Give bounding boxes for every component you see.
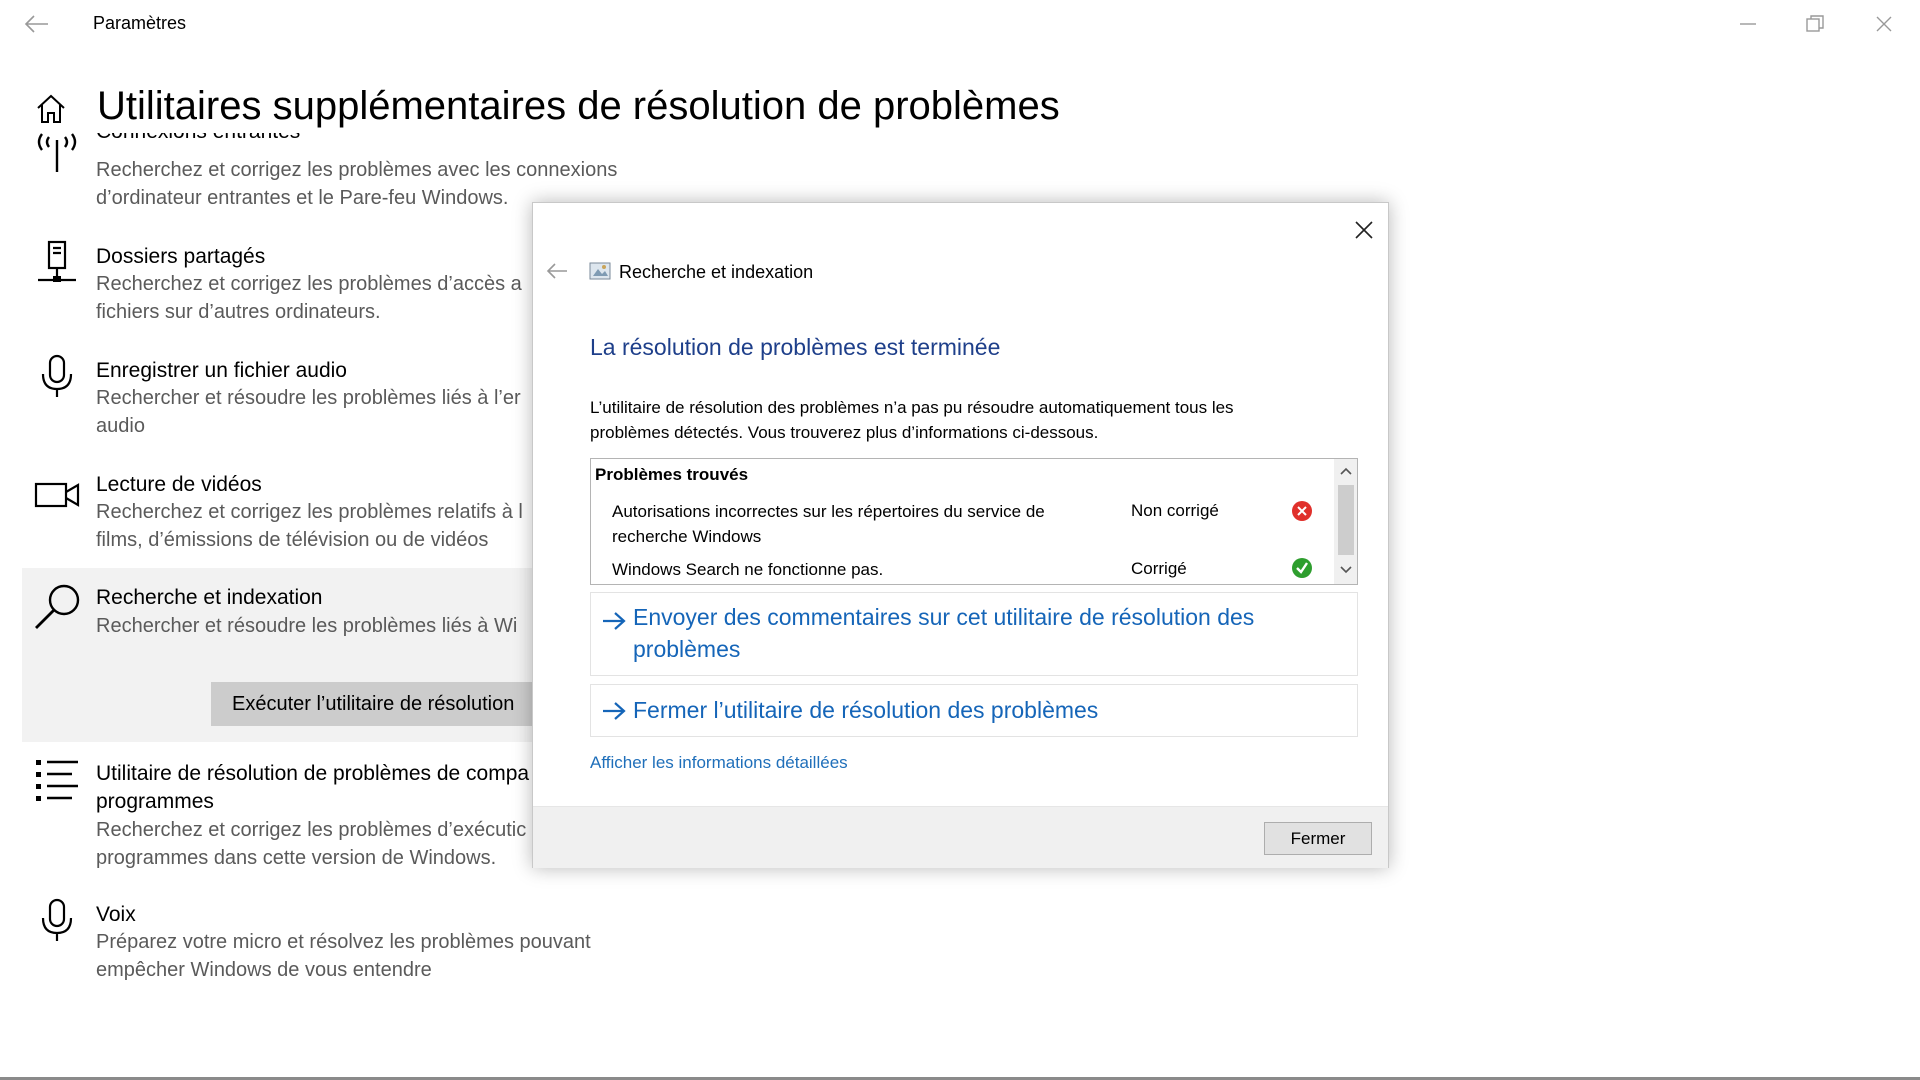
scroll-up-icon[interactable] bbox=[1338, 463, 1354, 479]
troubleshooter-app-icon bbox=[589, 262, 611, 280]
minimize-icon[interactable] bbox=[1736, 12, 1760, 36]
back-arrow-icon[interactable] bbox=[22, 12, 50, 36]
close-troubleshooter-link[interactable]: Fermer l’utilitaire de résolution des pr… bbox=[590, 684, 1358, 737]
list-icon bbox=[36, 760, 78, 801]
close-button[interactable]: Fermer bbox=[1264, 822, 1372, 855]
run-troubleshooter-button[interactable]: Exécuter l’utilitaire de résolution bbox=[211, 682, 541, 726]
error-icon bbox=[1292, 501, 1312, 521]
title-bar: Paramètres bbox=[0, 0, 1920, 48]
dialog-heading: La résolution de problèmes est terminée bbox=[590, 334, 1001, 360]
troubleshooter-item-audio-recording[interactable]: Enregistrer un fichier audio Rechercher … bbox=[0, 354, 560, 450]
video-camera-icon bbox=[34, 482, 80, 508]
page-title: Utilitaires supplémentaires de résolutio… bbox=[97, 84, 1060, 128]
problem-description: Autorisations incorrectes sur les répert… bbox=[612, 502, 1045, 546]
troubleshooter-dialog: Recherche et indexation La résolution de… bbox=[532, 202, 1389, 868]
back-arrow-icon[interactable] bbox=[545, 261, 569, 281]
item-name: Dossiers partagés bbox=[96, 245, 266, 268]
search-icon bbox=[35, 584, 80, 629]
scrollbar-thumb[interactable] bbox=[1338, 485, 1354, 555]
item-description: Recherchez et corrigez les problèmes d’e… bbox=[96, 819, 527, 869]
scroll-down-icon[interactable] bbox=[1338, 562, 1354, 578]
item-description: Rechercher et résoudre les problèmes lié… bbox=[96, 387, 521, 437]
problem-status: Non corrigé bbox=[1131, 501, 1219, 520]
problem-row[interactable]: Windows Search ne fonctionne pas. Corrig… bbox=[591, 557, 1331, 584]
arrow-right-icon bbox=[603, 612, 626, 630]
problems-list[interactable]: Problèmes trouvés Autorisations incorrec… bbox=[590, 458, 1358, 585]
item-name: Voix bbox=[96, 903, 136, 926]
item-description: Recherchez et corrigez les problèmes rel… bbox=[96, 501, 523, 551]
troubleshooter-item-program-compatibility[interactable]: Utilitaire de résolution de problèmes de… bbox=[0, 756, 560, 872]
dialog-app-title: Recherche et indexation bbox=[619, 262, 814, 282]
restore-icon[interactable] bbox=[1803, 12, 1827, 36]
item-description: Préparez votre micro et résolvez les pro… bbox=[96, 931, 591, 981]
antenna-icon bbox=[37, 133, 77, 172]
window-title: Paramètres bbox=[93, 13, 187, 33]
troubleshooter-item-video-playback[interactable]: Lecture de vidéos Recherchez et corrigez… bbox=[0, 468, 560, 564]
problems-scrollbar[interactable] bbox=[1334, 459, 1357, 584]
problem-status: Corrigé bbox=[1131, 559, 1187, 578]
item-name: Lecture de vidéos bbox=[96, 473, 262, 496]
item-description: Recherchez et corrigez les problèmes d’a… bbox=[96, 273, 522, 323]
troubleshooter-item-shared-folders[interactable]: Dossiers partagés Recherchez et corrigez… bbox=[0, 240, 560, 336]
problem-description: Windows Search ne fonctionne pas. bbox=[612, 560, 884, 579]
home-icon[interactable] bbox=[34, 92, 68, 126]
troubleshooter-item-voice[interactable]: Voix Préparez votre micro et résolvez le… bbox=[0, 898, 591, 994]
item-name: Utilitaire de résolution de problèmes de… bbox=[96, 762, 530, 813]
problem-row[interactable]: Autorisations incorrectes sur les répert… bbox=[591, 499, 1331, 551]
problems-header: Problèmes trouvés bbox=[595, 465, 749, 484]
close-window-icon[interactable] bbox=[1872, 12, 1896, 36]
dialog-message: L’utilitaire de résolution des problèmes… bbox=[590, 398, 1234, 442]
item-description: Rechercher et résoudre les problèmes lié… bbox=[96, 615, 518, 637]
close-troubleshooter-text: Fermer l’utilitaire de résolution des pr… bbox=[633, 697, 1099, 723]
troubleshooter-item-incoming-connections[interactable]: Connexions entrantes Recherchez et corri… bbox=[0, 128, 617, 218]
item-name: Enregistrer un fichier audio bbox=[96, 359, 347, 382]
view-details-link[interactable]: Afficher les informations détaillées bbox=[590, 753, 848, 773]
shared-folder-icon bbox=[38, 240, 76, 282]
microphone-icon bbox=[41, 898, 73, 941]
close-dialog-icon[interactable] bbox=[1351, 217, 1377, 243]
arrow-right-icon bbox=[603, 702, 626, 720]
item-name: Recherche et indexation bbox=[96, 586, 323, 609]
check-icon bbox=[1292, 558, 1312, 578]
send-feedback-text: Envoyer des commentaires sur cet utilita… bbox=[633, 604, 1255, 662]
dialog-footer: Fermer bbox=[533, 806, 1388, 868]
microphone-icon bbox=[41, 354, 73, 397]
send-feedback-link[interactable]: Envoyer des commentaires sur cet utilita… bbox=[590, 592, 1358, 676]
